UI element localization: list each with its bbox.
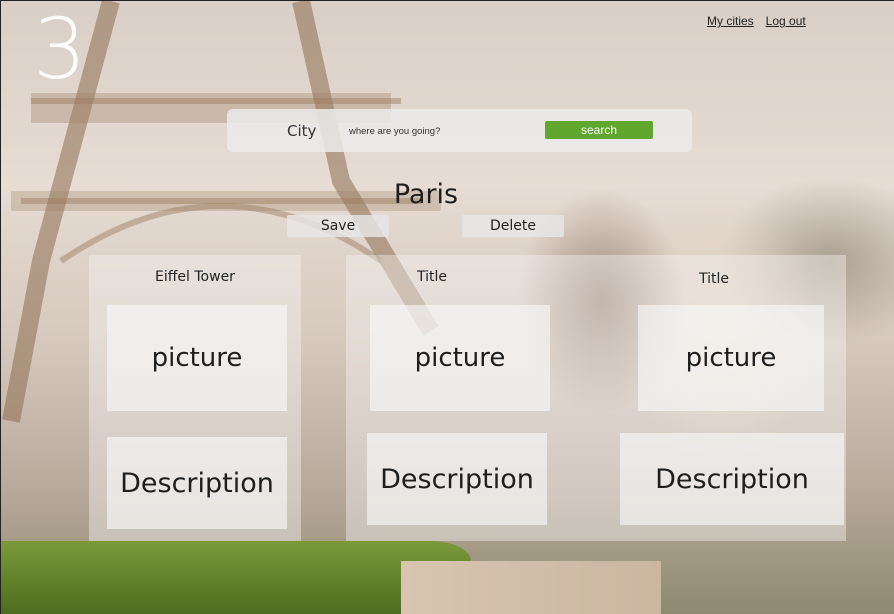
my-cities-link[interactable]: My cities — [707, 14, 754, 28]
place-card[interactable]: Eiffel Tower picture Description — [89, 255, 301, 541]
log-out-link[interactable]: Log out — [766, 14, 806, 28]
place-picture: picture — [370, 305, 550, 411]
search-input[interactable] — [349, 122, 529, 140]
place-card[interactable]: Title picture Description — [346, 255, 574, 541]
place-picture: picture — [107, 305, 287, 411]
logo: 3 — [33, 0, 87, 98]
place-title: Eiffel Tower — [155, 269, 235, 285]
place-description: Description — [107, 437, 287, 529]
place-card[interactable]: Title picture Description — [574, 255, 846, 541]
city-title: Paris — [393, 179, 459, 210]
city-label: City — [287, 122, 317, 140]
top-nav: My cities Log out — [707, 14, 806, 28]
path-background — [401, 561, 661, 614]
delete-button[interactable]: Delete — [462, 215, 564, 237]
place-picture: picture — [638, 305, 824, 411]
search-button[interactable]: search — [545, 121, 653, 139]
search-bar: City search — [227, 109, 692, 152]
place-description: Description — [367, 433, 547, 525]
place-description: Description — [620, 433, 844, 525]
place-title: Title — [698, 271, 729, 287]
place-title: Title — [416, 269, 447, 285]
save-button[interactable]: Save — [287, 215, 389, 237]
